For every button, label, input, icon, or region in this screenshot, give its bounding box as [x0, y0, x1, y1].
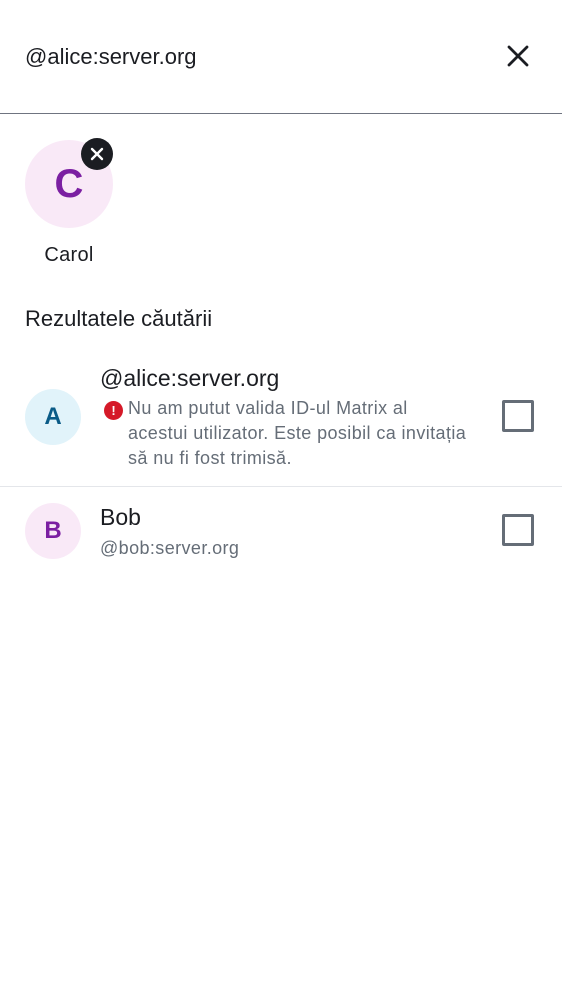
avatar: B: [25, 503, 81, 559]
close-button[interactable]: [498, 36, 538, 76]
remove-user-button[interactable]: [81, 138, 113, 170]
error-message: Nu am putut valida ID-ul Matrix al acest…: [128, 398, 467, 468]
search-input[interactable]: [25, 40, 465, 74]
list-item[interactable]: B Bob @bob:server.org: [0, 487, 562, 577]
section-header: Rezultatele căutării: [25, 306, 213, 331]
selected-users: C Carol: [0, 114, 562, 284]
search-bar: [0, 0, 562, 114]
avatar: A: [25, 389, 81, 445]
user-title: Bob: [100, 504, 141, 530]
list-item[interactable]: A @alice:server.org ! Nu am putut valida…: [0, 354, 562, 487]
user-title: @alice:server.org: [100, 365, 280, 391]
close-icon: [507, 45, 529, 67]
error-icon: !: [104, 401, 123, 420]
user-id: @bob:server.org: [100, 538, 240, 558]
select-checkbox[interactable]: [502, 514, 534, 546]
select-checkbox[interactable]: [502, 400, 534, 432]
selected-user-name: Carol: [44, 244, 94, 266]
selected-user-chip: C Carol: [25, 138, 113, 266]
close-icon: [90, 147, 104, 161]
